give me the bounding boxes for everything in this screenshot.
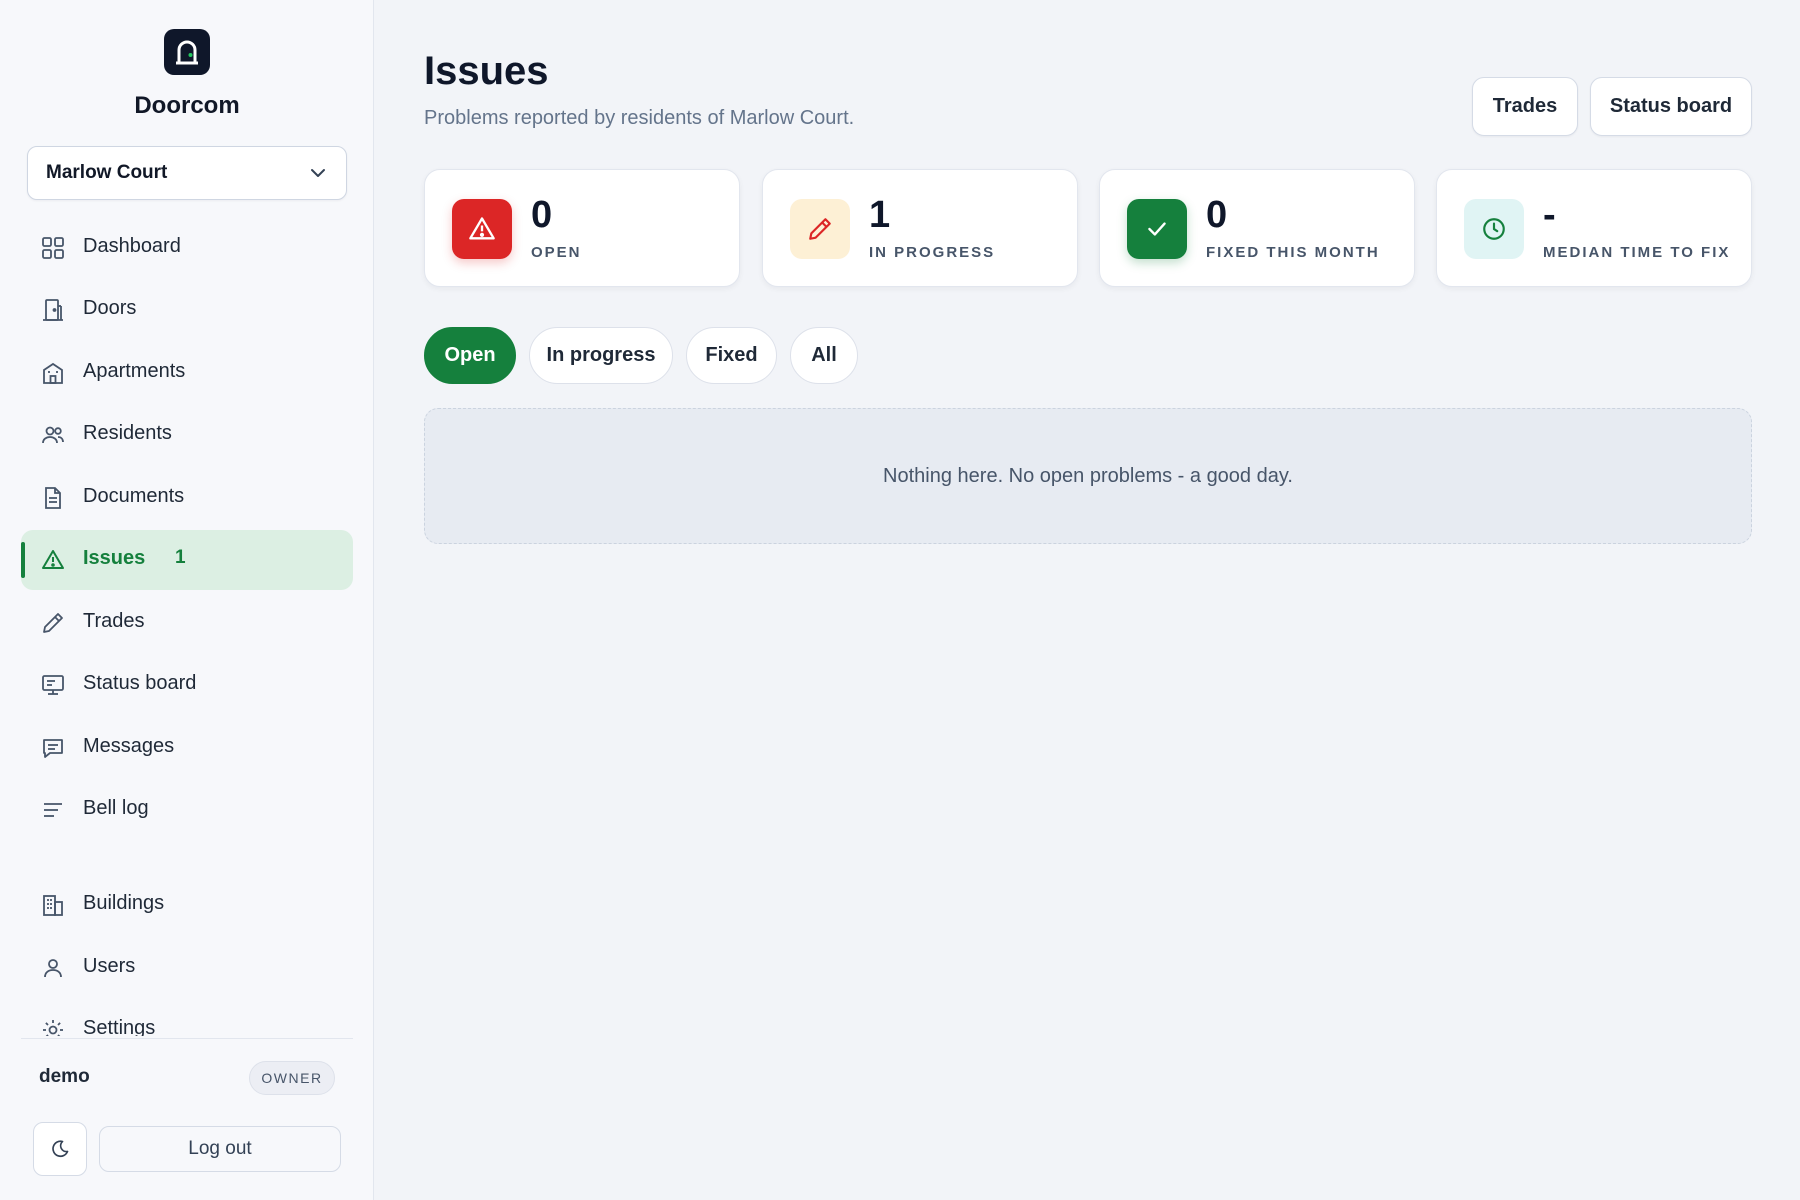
chevron-down-icon [311,169,325,177]
stat-card-open: 0 OPEN [424,169,740,287]
sidebar-item-label: Dashboard [83,235,181,257]
empty-state: Nothing here. No open problems - a good … [424,408,1752,544]
sidebar-item-status-board[interactable]: Status board [21,655,353,715]
building-select-value: Marlow Court [46,162,168,183]
check-icon [1127,199,1187,259]
logout-button[interactable]: Log out [99,1126,341,1172]
page-title: Issues [424,49,549,93]
sidebar-item-label: Doors [83,297,137,319]
filter-open[interactable]: Open [424,327,516,384]
stat-label: FIXED THIS MONTH [1206,244,1380,261]
sidebar: Doorcom Marlow Court Dashboard Doors Apa… [0,0,374,1200]
moon-icon [52,1140,69,1158]
sidebar-item-doors[interactable]: Doors [21,280,353,340]
sidebar-item-documents[interactable]: Documents [21,468,353,528]
sidebar-item-label: Users [83,955,136,977]
stat-card-fixed-this-month: 0 FIXED THIS MONTH [1099,169,1415,287]
stat-label: MEDIAN TIME TO FIX [1543,244,1731,261]
door-icon [43,299,63,321]
building-icon [43,895,63,916]
sidebar-item-users[interactable]: Users [21,938,353,998]
sidebar-item-label: Settings [83,1017,156,1036]
sidebar-item-apartments[interactable]: Apartments [21,343,353,403]
user-icon [44,959,62,978]
sidebar-item-label: Documents [83,485,185,507]
empty-state-message: Nothing here. No open problems - a good … [883,464,1293,487]
sidebar-item-messages[interactable]: Messages [21,718,353,778]
page-subtitle: Problems reported by residents of Marlow… [424,107,855,129]
gear-icon [43,1020,63,1036]
chat-icon [43,739,63,758]
sidebar-item-label: Status board [83,672,197,694]
sidebar-scroll-clip: Settings [0,990,374,1036]
theme-toggle-button[interactable] [33,1122,87,1176]
sidebar-item-label: Trades [83,610,145,632]
sidebar-divider [21,1038,353,1039]
sidebar-item-buildings[interactable]: Buildings [21,875,353,935]
pencil-icon [43,613,63,633]
list-icon [44,803,62,817]
status-board-button[interactable]: Status board [1590,77,1752,136]
stat-card-median-time: - MEDIAN TIME TO FIX [1436,169,1752,287]
role-badge: OWNER [249,1061,335,1095]
building-select[interactable]: Marlow Court [27,146,347,200]
issues-count-badge: 1 [175,547,186,568]
clock-icon [1464,199,1524,259]
apartment-icon [43,362,63,384]
sidebar-item-label: Messages [83,735,175,757]
sidebar-item-settings[interactable]: Settings [21,1000,353,1036]
monitor-icon [42,675,64,695]
filter-all[interactable]: All [790,327,858,384]
warning-icon [42,550,64,569]
sidebar-item-bell-log[interactable]: Bell log [21,780,353,840]
stat-label: IN PROGRESS [869,244,996,261]
grid-icon [42,237,64,259]
warning-icon [452,199,512,259]
sidebar-item-label: Residents [83,422,172,444]
stat-value: 0 [531,194,553,236]
pencil-icon [790,199,850,259]
sidebar-item-trades[interactable]: Trades [21,593,353,653]
filter-fixed[interactable]: Fixed [686,327,777,384]
doorcom-logo-icon [164,29,210,75]
stat-card-in-progress: 1 IN PROGRESS [762,169,1078,287]
sidebar-item-label: Issues [83,547,146,569]
stat-value: 0 [1206,194,1228,236]
document-icon [45,487,61,509]
people-icon [42,426,64,444]
sidebar-item-label: Bell log [83,797,149,819]
filter-in-progress[interactable]: In progress [529,327,673,384]
sidebar-item-label: Apartments [83,360,186,382]
current-user-name: demo [39,1066,90,1087]
stat-value: - [1543,194,1556,236]
sidebar-item-dashboard[interactable]: Dashboard [21,218,353,278]
stat-value: 1 [869,194,891,236]
sidebar-item-label: Buildings [83,892,165,914]
sidebar-item-residents[interactable]: Residents [21,405,353,465]
brand-name: Doorcom [134,92,240,119]
trades-button[interactable]: Trades [1472,77,1578,136]
sidebar-item-issues[interactable]: Issues 1 [21,530,353,590]
stat-label: OPEN [531,244,582,261]
